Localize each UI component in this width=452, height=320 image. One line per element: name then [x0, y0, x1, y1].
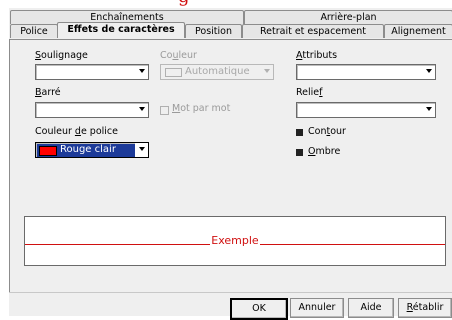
tab-police[interactable]: Police: [10, 24, 58, 38]
chevron-down-icon: [426, 69, 432, 73]
shadow-label: Ombre: [308, 146, 341, 157]
chevron-down-icon: [139, 107, 145, 111]
font-color-select[interactable]: Rouge clair: [35, 142, 149, 158]
preview-text: Exemple: [210, 234, 260, 247]
tab-alignement[interactable]: Alignement: [384, 24, 452, 38]
attributes-select[interactable]: [296, 64, 436, 80]
color-swatch-disabled: [165, 68, 182, 77]
color-label: Couleur: [160, 50, 197, 61]
cancel-button[interactable]: Annuler: [290, 298, 344, 318]
underline-label: Soulignage: [35, 50, 88, 61]
chevron-down-icon: [139, 147, 145, 151]
tab-effets-de-caracteres[interactable]: Effets de caractères: [57, 22, 185, 38]
cancel-button-label: Annuler: [298, 302, 336, 313]
tab-position[interactable]: Position: [185, 24, 242, 38]
attributes-label: Attributs: [296, 50, 338, 61]
preview-box: Exemple: [24, 216, 446, 266]
tab-arriere-plan[interactable]: Arrière-plan: [244, 10, 452, 24]
font-color-value: Rouge clair: [60, 144, 116, 155]
help-button-label: Aide: [360, 302, 382, 313]
tab-retrait-et-espacement[interactable]: Retrait et espacement: [242, 24, 384, 38]
strikethrough-label: Barré: [35, 87, 61, 98]
word-by-word-checkbox[interactable]: [160, 106, 169, 115]
relief-select[interactable]: [296, 102, 436, 118]
ok-button[interactable]: OK: [230, 298, 288, 320]
background-title-fragment: g: [178, 0, 190, 6]
font-color-label: Couleur de police: [35, 126, 118, 137]
relief-label: Relief: [296, 87, 323, 98]
word-by-word-label: Mot par mot: [172, 103, 231, 114]
color-select-value: Automatique: [185, 66, 250, 77]
strikethrough-select[interactable]: [35, 102, 149, 118]
color-swatch: [39, 146, 57, 156]
preview-text-wrap: Exemple: [25, 234, 445, 247]
button-separator: [9, 292, 452, 293]
outline-checkbox[interactable]: [296, 129, 303, 136]
help-button[interactable]: Aide: [348, 298, 394, 318]
shadow-checkbox[interactable]: [296, 149, 303, 156]
chevron-down-icon: [264, 69, 270, 73]
reset-button[interactable]: Rétablir: [398, 298, 452, 318]
top-strip: g: [0, 0, 452, 8]
chevron-down-icon: [139, 69, 145, 73]
ok-button-label: OK: [252, 303, 266, 314]
outline-label: Contour: [308, 126, 346, 137]
color-select[interactable]: Automatique: [160, 64, 274, 80]
chevron-down-icon: [426, 107, 432, 111]
underline-select[interactable]: [35, 64, 149, 80]
reset-button-label: établir: [412, 302, 444, 313]
